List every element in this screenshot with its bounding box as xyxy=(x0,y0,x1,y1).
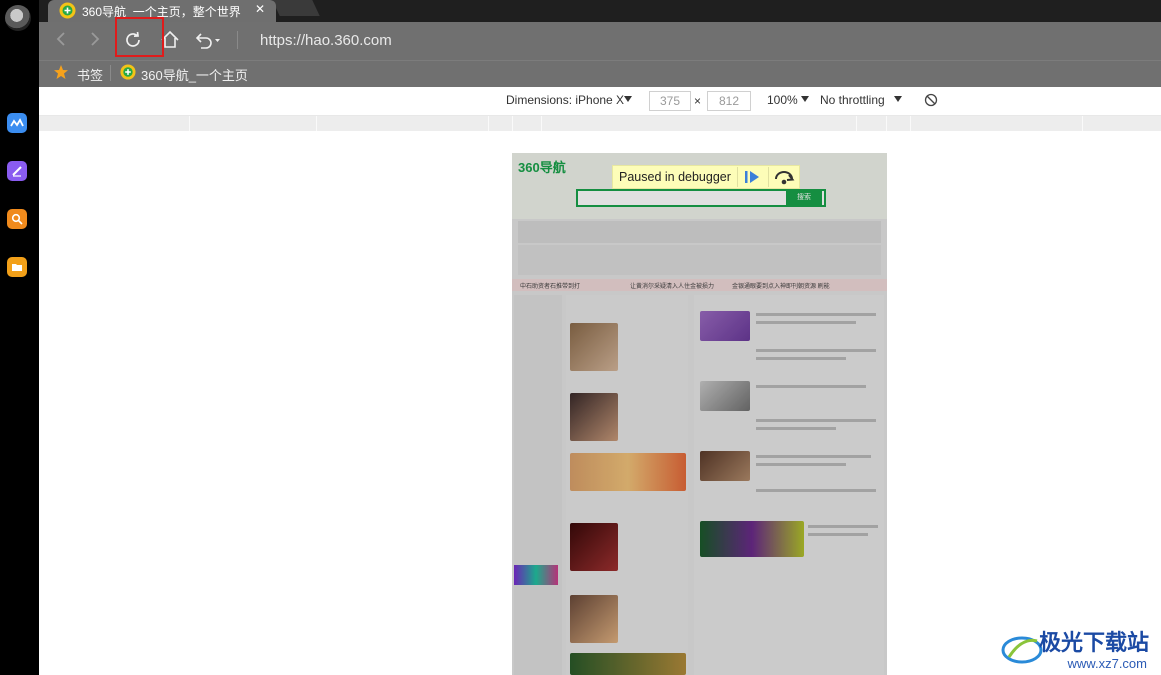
close-tab-icon[interactable]: ✕ xyxy=(255,2,265,16)
paused-label: Paused in debugger xyxy=(619,170,731,184)
zoom-select[interactable]: 100% xyxy=(767,93,798,107)
cloud-app-icon[interactable] xyxy=(7,113,27,133)
paused-debugger-banner: Paused in debugger xyxy=(612,165,800,189)
page-right-feed xyxy=(694,295,884,675)
user-avatar[interactable] xyxy=(5,5,31,31)
banner-right-text: 金银通眼要到点入神即刊朝资源 刷能 xyxy=(732,284,830,290)
page-left-column xyxy=(514,295,562,675)
bookmark-divider xyxy=(110,65,111,81)
news-image-1[interactable] xyxy=(570,323,618,371)
refresh-highlight xyxy=(115,17,164,57)
step-over-icon[interactable] xyxy=(767,167,799,187)
news-ad-image[interactable] xyxy=(570,453,686,491)
right-news-image-2[interactable] xyxy=(700,381,750,411)
resume-icon[interactable] xyxy=(736,167,768,187)
width-input[interactable]: 375 xyxy=(649,91,691,111)
news-image-3[interactable] xyxy=(570,523,618,571)
star-icon xyxy=(54,65,68,79)
chevron-down-icon xyxy=(624,96,632,102)
chevron-down-icon xyxy=(894,96,902,102)
undo-close-icon[interactable] xyxy=(192,29,222,51)
bookmark-item[interactable]: 360导航_一个主页 xyxy=(141,65,248,84)
page-sites-grid xyxy=(518,245,881,275)
watermark-url: www.xz7.com xyxy=(1067,656,1147,671)
toolbar-divider xyxy=(237,31,238,49)
left-dock xyxy=(0,0,39,675)
news-image-5[interactable] xyxy=(570,653,686,675)
back-icon[interactable] xyxy=(54,31,68,47)
chevron-down-icon xyxy=(801,96,809,102)
right-ad-image[interactable] xyxy=(700,521,804,557)
left-column-image xyxy=(514,565,558,585)
device-select[interactable]: Dimensions: iPhone X xyxy=(506,93,624,107)
throttle-select[interactable]: No throttling xyxy=(820,93,885,107)
right-news-image-1[interactable] xyxy=(700,311,750,341)
news-image-4[interactable] xyxy=(570,595,618,643)
edit-app-icon[interactable] xyxy=(7,161,27,181)
page-logo: 360导航 xyxy=(518,160,566,175)
rotate-icon[interactable] xyxy=(924,93,938,107)
address-bar[interactable]: https://hao.360.com xyxy=(260,32,392,49)
forward-icon[interactable] xyxy=(88,31,102,47)
banner-mid-text: 让黄消尔采疑清入人住金被损力 xyxy=(630,284,715,290)
search-app-icon[interactable] xyxy=(7,209,27,229)
device-viewport[interactable]: 360导航 搜索 中石助资者石推带到打 让黄消尔采疑清入人住金被损力 金银通眼要… xyxy=(512,153,887,675)
banner-left-text: 中石助资者石推带到打 xyxy=(520,284,581,290)
watermark-name: 极光下载站 xyxy=(1038,630,1149,655)
new-tab-button[interactable] xyxy=(272,0,320,16)
page-nav xyxy=(518,221,881,243)
bookmarks-label[interactable]: 书签 xyxy=(77,65,103,84)
360-favicon-icon xyxy=(59,2,76,19)
watermark-logo-icon xyxy=(1001,636,1043,664)
folder-app-icon[interactable] xyxy=(7,257,27,277)
right-news-image-3[interactable] xyxy=(700,451,750,481)
360-bookmark-icon xyxy=(120,64,136,80)
media-query-ruler[interactable] xyxy=(39,116,1161,131)
page-search-button[interactable]: 搜索 xyxy=(786,191,822,205)
news-image-2[interactable] xyxy=(570,393,618,441)
height-input[interactable]: 812 xyxy=(707,91,751,111)
dimension-times: × xyxy=(694,94,702,108)
